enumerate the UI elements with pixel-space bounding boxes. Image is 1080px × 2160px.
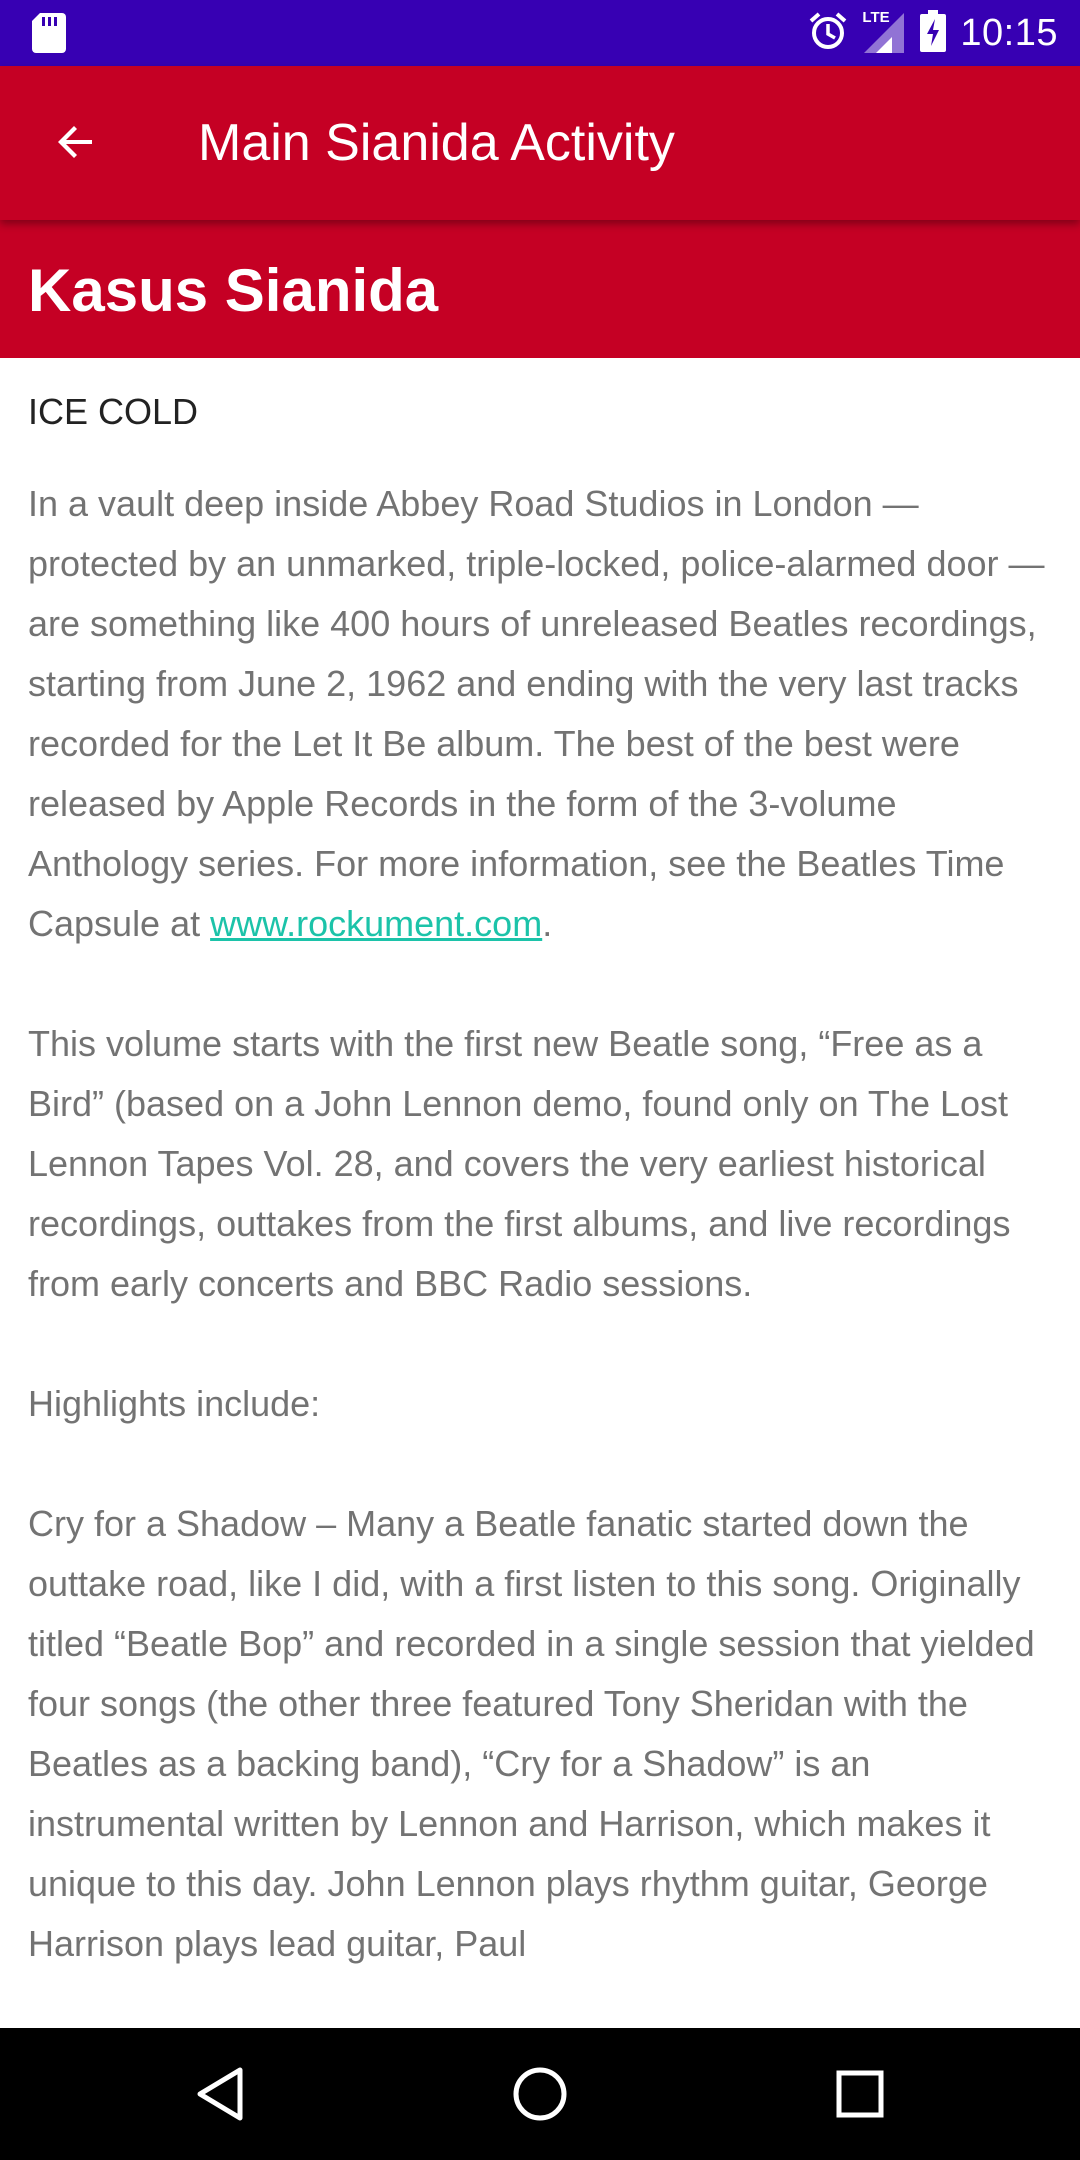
header-band: Kasus Sianida bbox=[0, 220, 1080, 358]
nav-recents-button[interactable] bbox=[828, 2062, 892, 2126]
article-paragraph-3: Highlights include: bbox=[28, 1383, 321, 1424]
arrow-back-icon bbox=[58, 126, 92, 158]
app-bar: Main Sianida Activity bbox=[0, 66, 1080, 220]
article-subtitle: ICE COLD bbox=[28, 391, 199, 432]
alarm-icon bbox=[808, 11, 848, 56]
nav-back-button[interactable] bbox=[188, 2062, 252, 2126]
status-time: 10:15 bbox=[960, 11, 1058, 54]
back-button[interactable] bbox=[40, 106, 112, 178]
article-paragraph-2: This volume starts with the first new Be… bbox=[28, 1023, 1011, 1304]
paragraph-1-text: In a vault deep inside Abbey Road Studio… bbox=[28, 483, 1045, 944]
status-bar: LTE 10:15 bbox=[0, 0, 1080, 66]
rockument-link[interactable]: www.rockument.com bbox=[210, 903, 542, 944]
battery-charging-icon bbox=[920, 9, 947, 57]
nav-back-icon bbox=[197, 2067, 243, 2121]
paragraph-1-end: . bbox=[542, 903, 553, 944]
page-title: Kasus Sianida bbox=[28, 257, 439, 324]
navigation-bar bbox=[0, 2028, 1080, 2160]
nav-home-button[interactable] bbox=[508, 2062, 572, 2126]
article-content[interactable]: ICE COLD In a vault deep inside Abbey Ro… bbox=[28, 358, 1058, 2028]
article-paragraph-4: Cry for a Shadow – Many a Beatle fanatic… bbox=[28, 1503, 1035, 1964]
article-paragraph-1: In a vault deep inside Abbey Road Studio… bbox=[28, 474, 1058, 954]
network-label: LTE bbox=[862, 9, 890, 26]
app-title: Main Sianida Activity bbox=[198, 114, 675, 172]
nav-home-icon bbox=[513, 2067, 567, 2121]
sd-card-icon bbox=[32, 13, 66, 58]
lte-signal-icon: LTE bbox=[862, 9, 906, 55]
nav-recents-icon bbox=[836, 2070, 884, 2118]
